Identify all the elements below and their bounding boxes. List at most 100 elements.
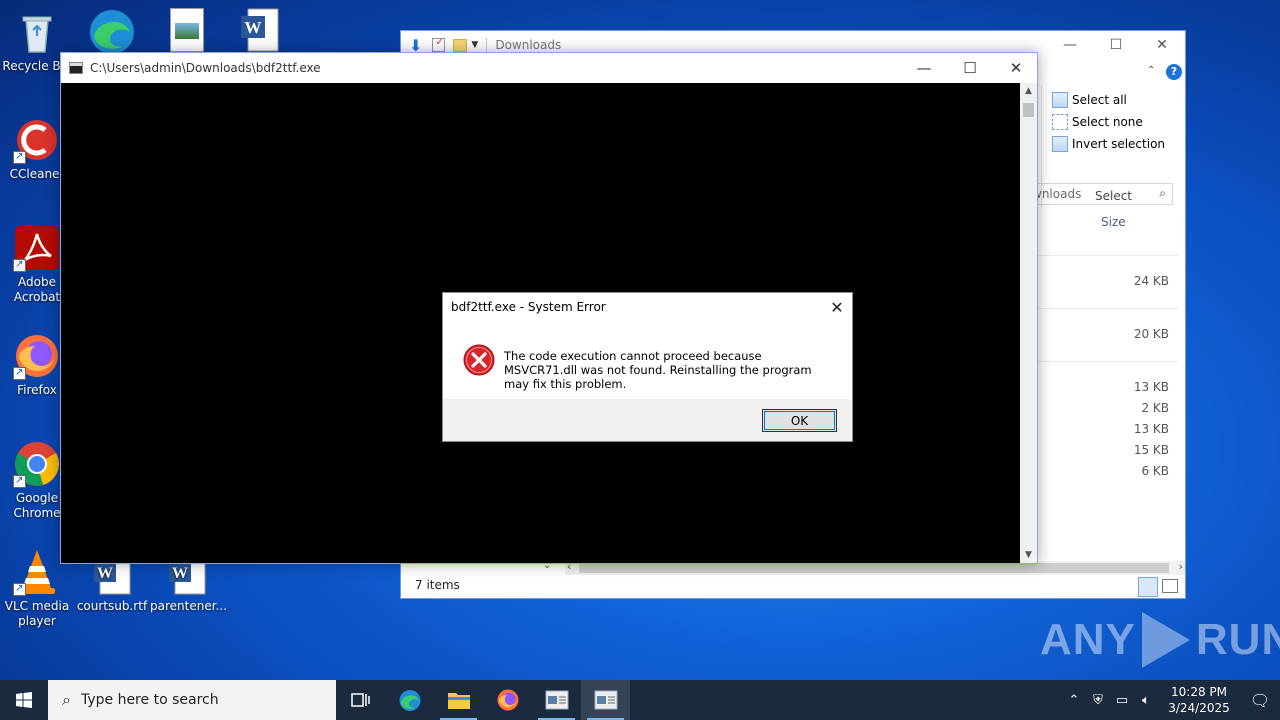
taskbar-error-window[interactable] (581, 680, 630, 720)
image-file-icon (175, 23, 199, 39)
divider (1026, 361, 1178, 362)
clock-date: 3/24/2025 (1168, 701, 1230, 715)
clock-time: 10:28 PM (1171, 685, 1227, 699)
dialog-title: bdf2ttf.exe - System Error (451, 300, 606, 314)
chevron-down-icon[interactable]: ▼ (471, 40, 478, 50)
firefox-icon (497, 689, 518, 711)
console-titlebar[interactable]: C:\Users\admin\Downloads\bdf2ttf.exe (61, 53, 1037, 83)
explorer-title: Downloads (495, 38, 562, 52)
desktop-icon-label: VLC media player (4, 599, 70, 628)
svg-text:W: W (172, 565, 188, 582)
anyrun-watermark: ANY RUN (1040, 612, 1280, 668)
taskbar-search-box[interactable]: ⌕ Type here to search (48, 680, 336, 720)
vlc-cone-icon (13, 548, 61, 596)
windows-logo-icon (16, 692, 32, 708)
desktop-icon-image-file[interactable] (170, 8, 204, 52)
adobe-acrobat-icon (13, 224, 61, 272)
console-title: C:\Users\admin\Downloads\bdf2ttf.exe (90, 61, 321, 75)
word-document-icon: W (241, 8, 279, 52)
edge-icon (90, 10, 134, 54)
network-icon[interactable]: ▭ (1110, 693, 1134, 708)
close-button[interactable]: ✕ (822, 293, 852, 321)
desktop-icon-label: parentener... (150, 599, 227, 613)
search-icon: ⌕ (1159, 186, 1166, 200)
start-button[interactable] (0, 680, 48, 720)
minimize-button[interactable]: — (1047, 31, 1093, 59)
taskbar-console[interactable] (532, 680, 581, 720)
edge-icon (399, 690, 420, 711)
maximize-button[interactable]: ☐ (947, 53, 993, 83)
shortcut-arrow-icon (13, 473, 26, 488)
taskbar-file-explorer[interactable] (434, 680, 483, 720)
invert-selection-icon (1052, 136, 1068, 152)
play-logo-icon (1141, 612, 1190, 668)
system-tray: ⌃ ⛨ ▭ 🔈︎ 10:28 PM 3/24/2025 🗨︎ (1062, 680, 1280, 720)
file-size: 2 KB (1141, 401, 1169, 415)
firefox-icon (13, 332, 61, 380)
desktop-icon-courtsub[interactable]: W courtsub.rtf (75, 556, 149, 614)
scrollbar-thumb[interactable] (579, 563, 1169, 573)
properties-icon[interactable]: ✓ (432, 37, 446, 52)
close-button[interactable]: ✕ (1139, 31, 1185, 59)
details-view-icon[interactable] (1138, 577, 1158, 597)
scrollbar-thumb[interactable] (1023, 103, 1034, 117)
file-size: 24 KB (1133, 274, 1169, 288)
column-header-size[interactable]: Size (1101, 215, 1126, 229)
svg-text:W: W (245, 18, 262, 37)
svg-text:W: W (97, 565, 113, 582)
file-size: 15 KB (1133, 443, 1169, 457)
search-icon: ⌕ (62, 690, 71, 709)
folder-icon[interactable] (453, 38, 468, 52)
console-window-icon (594, 690, 617, 710)
desktop-icon-label: courtsub.rtf (76, 599, 148, 613)
scroll-up-icon[interactable]: ▲ (1020, 86, 1037, 96)
console-window-icon (545, 690, 568, 710)
desktop-icon-parentener[interactable]: W parentener... (150, 556, 227, 614)
select-none-button[interactable]: Select none (1042, 111, 1185, 133)
search-input[interactable]: wnloads ⌕ (1025, 183, 1173, 205)
minimize-button[interactable]: — (901, 53, 947, 83)
taskbar-firefox[interactable] (483, 680, 532, 720)
dialog-footer: OK (443, 399, 852, 441)
vertical-scrollbar[interactable]: ▲ ▼ (1020, 83, 1037, 563)
file-size: 20 KB (1133, 327, 1169, 341)
file-size: 13 KB (1133, 380, 1169, 394)
file-size: 13 KB (1133, 422, 1169, 436)
console-app-icon (69, 62, 83, 74)
divider (1026, 255, 1178, 256)
select-none-icon (1052, 114, 1068, 130)
shortcut-arrow-icon (13, 365, 26, 380)
maximize-button[interactable]: ☐ (1093, 31, 1139, 59)
scroll-right-icon[interactable]: › (1179, 560, 1183, 573)
invert-selection-button[interactable]: Invert selection (1042, 133, 1185, 155)
ok-button[interactable]: OK (762, 409, 837, 432)
task-view-icon (350, 693, 370, 707)
notification-icon[interactable]: 🗨︎ (1240, 691, 1280, 710)
recycle-bin-icon (13, 8, 61, 56)
select-all-button[interactable]: Select all (1042, 89, 1185, 111)
status-item-count: 7 items (415, 578, 460, 592)
taskbar-edge[interactable] (385, 680, 434, 720)
clock[interactable]: 10:28 PM 3/24/2025 (1158, 684, 1240, 716)
system-error-dialog[interactable]: bdf2ttf.exe - System Error ✕ The code ex… (442, 292, 853, 442)
error-icon (463, 344, 495, 376)
file-size: 6 KB (1141, 464, 1169, 478)
desktop-icon-edge[interactable] (86, 6, 138, 54)
chevron-up-icon[interactable]: ⌃ (1062, 693, 1086, 708)
ccleaner-icon (13, 116, 61, 164)
close-button[interactable]: ✕ (993, 53, 1039, 83)
chevron-up-icon[interactable]: ⌃ (1147, 65, 1155, 76)
select-all-icon (1052, 92, 1068, 108)
volume-icon[interactable]: 🔈︎ (1134, 693, 1158, 708)
help-icon[interactable]: ? (1166, 64, 1182, 80)
chrome-icon (13, 440, 61, 488)
task-view-button[interactable] (336, 680, 385, 720)
error-message: The code execution cannot proceed becaus… (504, 349, 812, 391)
large-icons-view-icon[interactable] (1162, 579, 1178, 593)
taskbar: ⌕ Type here to search ⌃ ⛨ ▭ 🔈︎ 10:28 PM … (0, 680, 1280, 720)
security-icon[interactable]: ⛨ (1086, 693, 1110, 708)
desktop-icon-word-file[interactable]: W (240, 8, 280, 52)
folder-icon (447, 693, 470, 709)
shortcut-arrow-icon (13, 581, 26, 596)
scroll-down-icon[interactable]: ▼ (1020, 550, 1037, 560)
